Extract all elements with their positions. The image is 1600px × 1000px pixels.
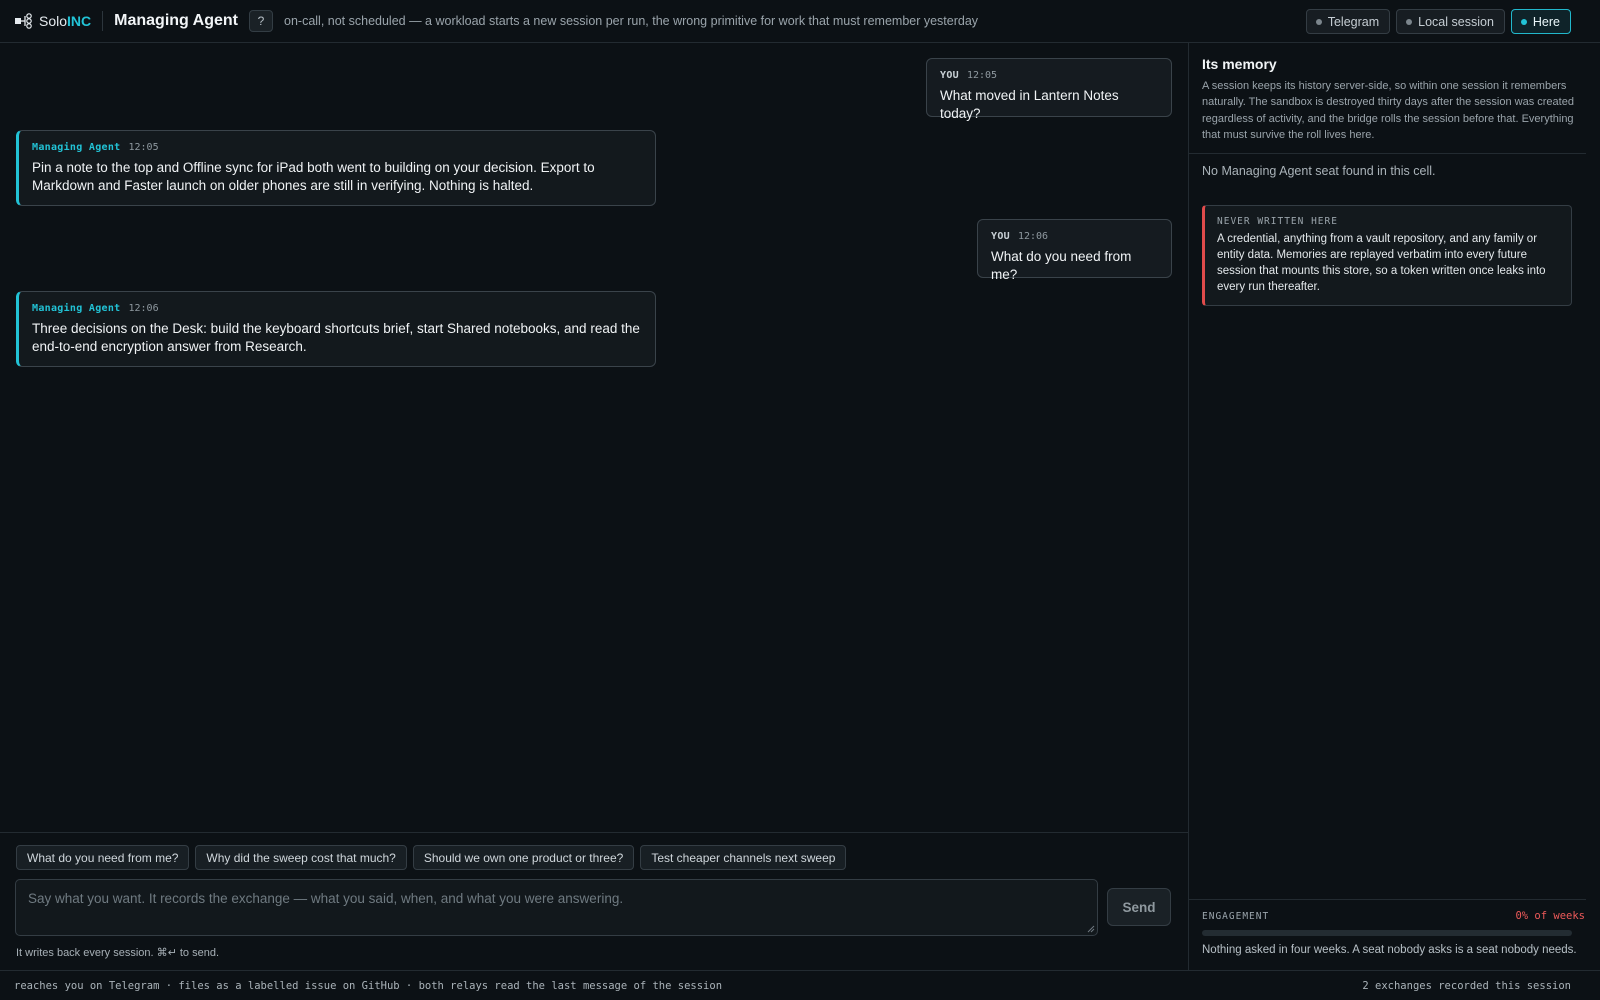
message-user: YOU 12:06 What do you need from me? (977, 219, 1172, 282)
suggestion-chip[interactable]: Why did the sweep cost that much? (195, 845, 407, 870)
message-agent: Managing Agent 12:06 Three decisions on t… (16, 291, 656, 367)
status-dot-icon (1406, 18, 1413, 25)
message-author: Managing Agent (32, 142, 121, 153)
suggestion-chip[interactable]: Test cheaper channels next sweep (640, 845, 847, 870)
engagement-progress-bar (1202, 930, 1572, 936)
channel-switcher: Telegram Local session Here (1305, 9, 1571, 34)
header-divider (102, 11, 104, 31)
suggestion-chip[interactable]: What do you need from me? (16, 845, 190, 870)
memory-panel: Its memory A session keeps its history s… (1188, 43, 1600, 970)
send-hint: It writes back every session. ⌘↵ to send… (16, 947, 220, 959)
engagement-value: 0% of weeks (1515, 910, 1585, 922)
engagement-label: ENGAGEMENT (1202, 911, 1270, 922)
message-author: YOU (991, 231, 1010, 242)
message-author: YOU (940, 70, 959, 81)
message-user: YOU 12:05 What moved in Lantern Notes tod… (926, 58, 1172, 121)
message-text: What do you need from me? (991, 249, 1132, 282)
message-text: Three decisions on the Desk: build the k… (32, 321, 640, 354)
header-tagline: on-call, not scheduled — a workload star… (284, 14, 979, 28)
send-button[interactable]: Send (1107, 888, 1171, 926)
message-input-placeholder: Say what you want. It records the exchan… (28, 891, 624, 906)
status-dot-icon (1520, 18, 1527, 25)
relay-info: reaches you on Telegram · files as a lab… (14, 980, 723, 992)
channel-local-session[interactable]: Local session (1396, 9, 1505, 34)
logo[interactable]: SoloINC (15, 13, 91, 29)
top-bar: SoloINC Managing Agent ? on-call, not sc… (0, 0, 1600, 43)
composer: What do you need from me? Why did the sw… (0, 832, 1188, 970)
logo-icon (15, 13, 32, 29)
divider (1189, 153, 1586, 154)
message-time: 12:06 (128, 303, 159, 314)
memory-description: A session keeps its history server-side,… (1202, 80, 1574, 141)
logo-text: SoloINC (39, 13, 92, 29)
suggestion-chip[interactable]: Should we own one product or three? (412, 845, 635, 870)
status-dot-icon (1315, 18, 1322, 25)
channel-here[interactable]: Here (1510, 9, 1571, 34)
never-written-card: NEVER WRITTEN HERE A credential, anythin… (1202, 205, 1572, 306)
message-text: What moved in Lantern Notes today? (940, 88, 1119, 121)
message-author: Managing Agent (32, 303, 121, 314)
message-time: 12:05 (966, 70, 998, 81)
resize-handle-icon[interactable] (1087, 925, 1095, 933)
page-title: Managing Agent (114, 12, 238, 29)
exchange-count: 2 exchanges recorded this session (1362, 980, 1571, 992)
message-time: 12:05 (128, 142, 159, 153)
message-agent: Managing Agent 12:05 Pin a note to the to… (16, 130, 656, 206)
never-written-text: A credential, anything from a vault repo… (1217, 233, 1546, 293)
message-text: Pin a note to the top and Offline sync f… (32, 160, 595, 193)
channel-telegram[interactable]: Telegram (1305, 9, 1391, 34)
memory-title: Its memory (1202, 56, 1277, 72)
suggestion-list: What do you need from me? Why did the sw… (16, 845, 847, 870)
status-bar: reaches you on Telegram · files as a lab… (0, 970, 1600, 1000)
divider (1189, 899, 1586, 900)
conversation: YOU 12:05 What moved in Lantern Notes tod… (0, 43, 1188, 833)
no-seat-notice: No Managing Agent seat found in this cel… (1202, 164, 1436, 178)
message-input[interactable]: Say what you want. It records the exchan… (15, 879, 1098, 936)
never-written-label: NEVER WRITTEN HERE (1217, 216, 1338, 227)
engagement-note: Nothing asked in four weeks. A seat nobo… (1202, 944, 1577, 956)
help-button[interactable]: ? (249, 10, 273, 32)
message-time: 12:06 (1017, 231, 1049, 242)
